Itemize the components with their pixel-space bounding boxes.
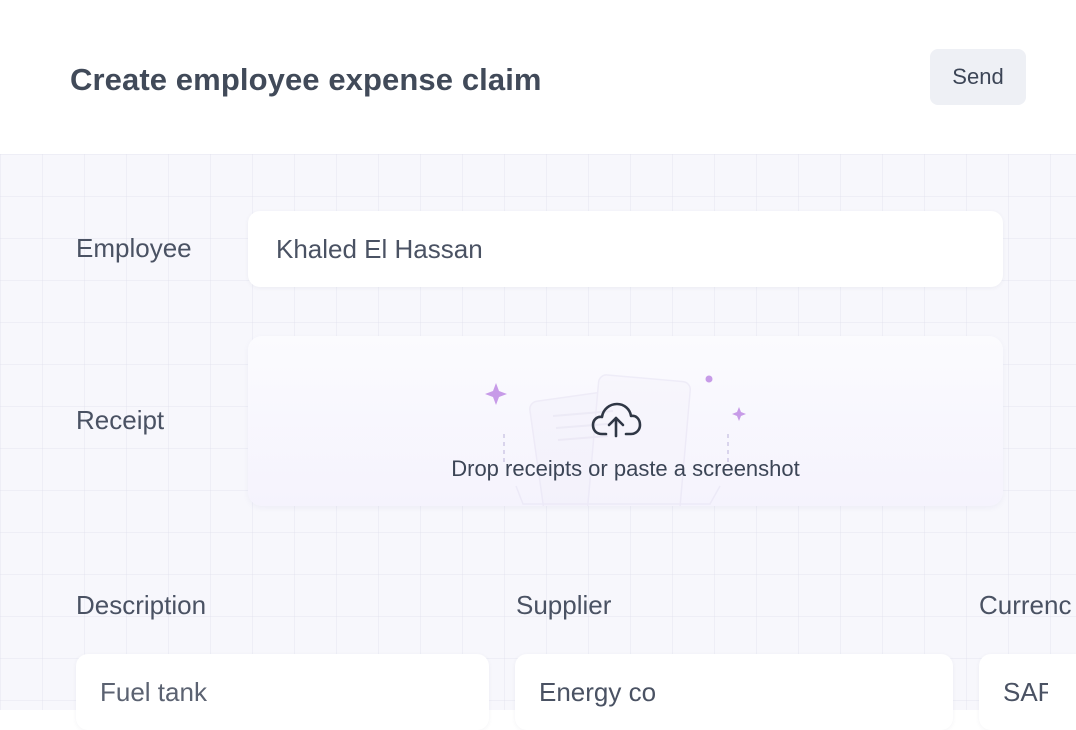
description-field[interactable] [76,654,489,730]
employee-field-wrapper [248,211,1003,287]
page-title: Create employee expense claim [70,62,542,97]
send-button[interactable]: Send [930,49,1026,105]
description-label: Description [76,590,207,620]
currency-field[interactable] [979,654,1076,730]
currency-label: Currenc [979,590,1072,620]
receipt-label: Receipt [76,405,165,435]
supplier-label: Supplier [516,590,612,620]
receipt-dropzone[interactable]: Drop receipts or paste a screenshot [248,336,1003,506]
supplier-field-wrapper [515,654,953,730]
description-field-wrapper [76,654,489,730]
dropzone-text: Drop receipts or paste a screenshot [451,456,800,481]
currency-field-wrapper [979,654,1076,730]
supplier-field[interactable] [515,654,953,730]
employee-label: Employee [76,233,192,263]
employee-field[interactable] [248,211,1003,287]
header-bar: Create employee expense claim Send [0,0,1076,154]
